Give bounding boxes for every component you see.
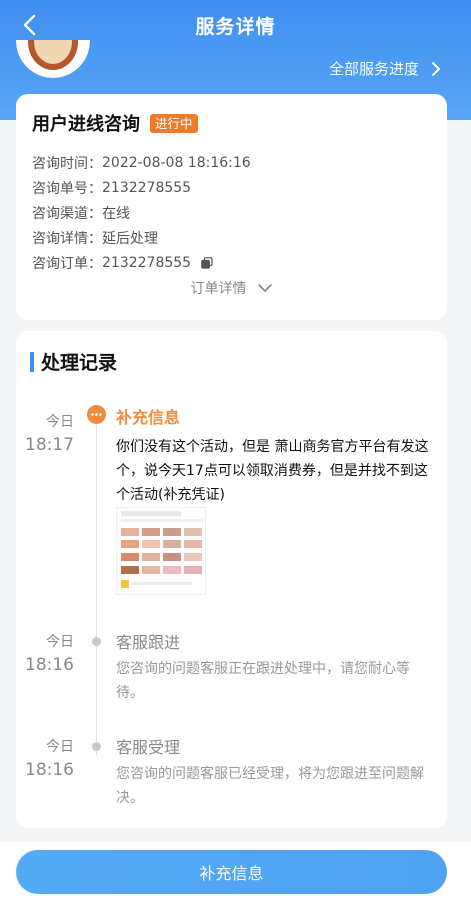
back-button[interactable] <box>14 10 44 40</box>
timeline-entry: 今日 18:16 客服跟进 您咨询的问题客服正在跟进处理中，请您耐心等待。 <box>16 627 447 717</box>
info-value: 延后处理 <box>102 230 158 247</box>
bottom-bar: 补充信息 <box>0 842 471 902</box>
consult-card: 用户进线咨询 进行中 咨询时间： 2022-08-08 18:16:16 咨询单… <box>16 94 447 320</box>
all-progress-label: 全部服务进度 <box>328 60 419 78</box>
entry-title: 客服受理 <box>116 738 181 757</box>
records-title: 处理记录 <box>41 352 118 374</box>
supplement-info-button[interactable]: 补充信息 <box>16 850 447 894</box>
info-row-detail: 咨询详情： 延后处理 <box>32 225 251 250</box>
info-value: 2132278555 <box>102 254 192 271</box>
entry-text: 您咨询的问题客服已经受理，将为您跟进至问题解决。 <box>116 766 424 806</box>
status-badge: 进行中 <box>150 113 198 133</box>
consult-title: 用户进线咨询 <box>32 114 140 135</box>
chevron-right-icon <box>432 61 440 76</box>
entry-time: 18:17 <box>25 435 74 455</box>
page-title: 服务详情 <box>195 15 276 38</box>
entry-time: 18:16 <box>25 655 74 675</box>
chevron-down-icon <box>257 284 272 292</box>
copy-icon[interactable] <box>201 256 213 269</box>
entry-title: 客服跟进 <box>116 633 181 652</box>
section-accent-bar <box>30 351 34 372</box>
timeline-dot <box>92 742 101 751</box>
entry-day: 今日 <box>46 634 74 650</box>
entry-text: 你们没有这个活动，但是 萧山商务官方平台有发这个，说今天17点可以领取消费券，但… <box>116 439 429 503</box>
chevron-left-icon <box>23 14 36 36</box>
entry-time: 18:16 <box>25 760 74 780</box>
info-label: 咨询详情： <box>32 230 102 247</box>
entry-text: 您咨询的问题客服正在跟进处理中，请您耐心等待。 <box>116 661 410 701</box>
info-label: 咨询渠道： <box>32 205 102 222</box>
order-detail-toggle[interactable]: 订单详情 <box>16 278 447 298</box>
info-label: 咨询订单： <box>32 255 102 272</box>
all-progress-link[interactable]: 全部服务进度 <box>329 58 445 79</box>
info-value: 2022-08-08 18:16:16 <box>102 154 251 171</box>
info-row-channel: 咨询渠道： 在线 <box>32 200 251 225</box>
info-label: 咨询时间： <box>32 155 102 172</box>
info-row-number: 咨询单号： 2132278555 <box>32 175 251 200</box>
info-row-order: 咨询订单： 2132278555 <box>32 250 251 275</box>
entry-day: 今日 <box>46 414 74 430</box>
info-value: 在线 <box>102 205 130 222</box>
info-label: 咨询单号： <box>32 180 102 197</box>
timeline-entry: 今日 18:16 客服受理 您咨询的问题客服已经受理，将为您跟进至问题解决。 <box>16 732 447 822</box>
timeline-entry: 今日 18:17 补充信息 你们没有这个活动，但是 萧山商务官方平台有发这个，说… <box>16 403 447 603</box>
timeline-dot <box>92 637 101 646</box>
more-icon <box>87 405 106 424</box>
records-card: 处理记录 今日 18:17 补充信息 你们没有这个活动，但是 萧山商务官方平台有… <box>16 331 447 828</box>
consult-info-list: 咨询时间： 2022-08-08 18:16:16 咨询单号： 21322785… <box>32 150 251 275</box>
info-value: 2132278555 <box>102 179 192 196</box>
order-detail-label: 订单详情 <box>190 281 247 297</box>
entry-day: 今日 <box>46 739 74 755</box>
evidence-image[interactable] <box>116 507 206 595</box>
info-row-time: 咨询时间： 2022-08-08 18:16:16 <box>32 150 251 175</box>
entry-title: 补充信息 <box>116 408 181 427</box>
